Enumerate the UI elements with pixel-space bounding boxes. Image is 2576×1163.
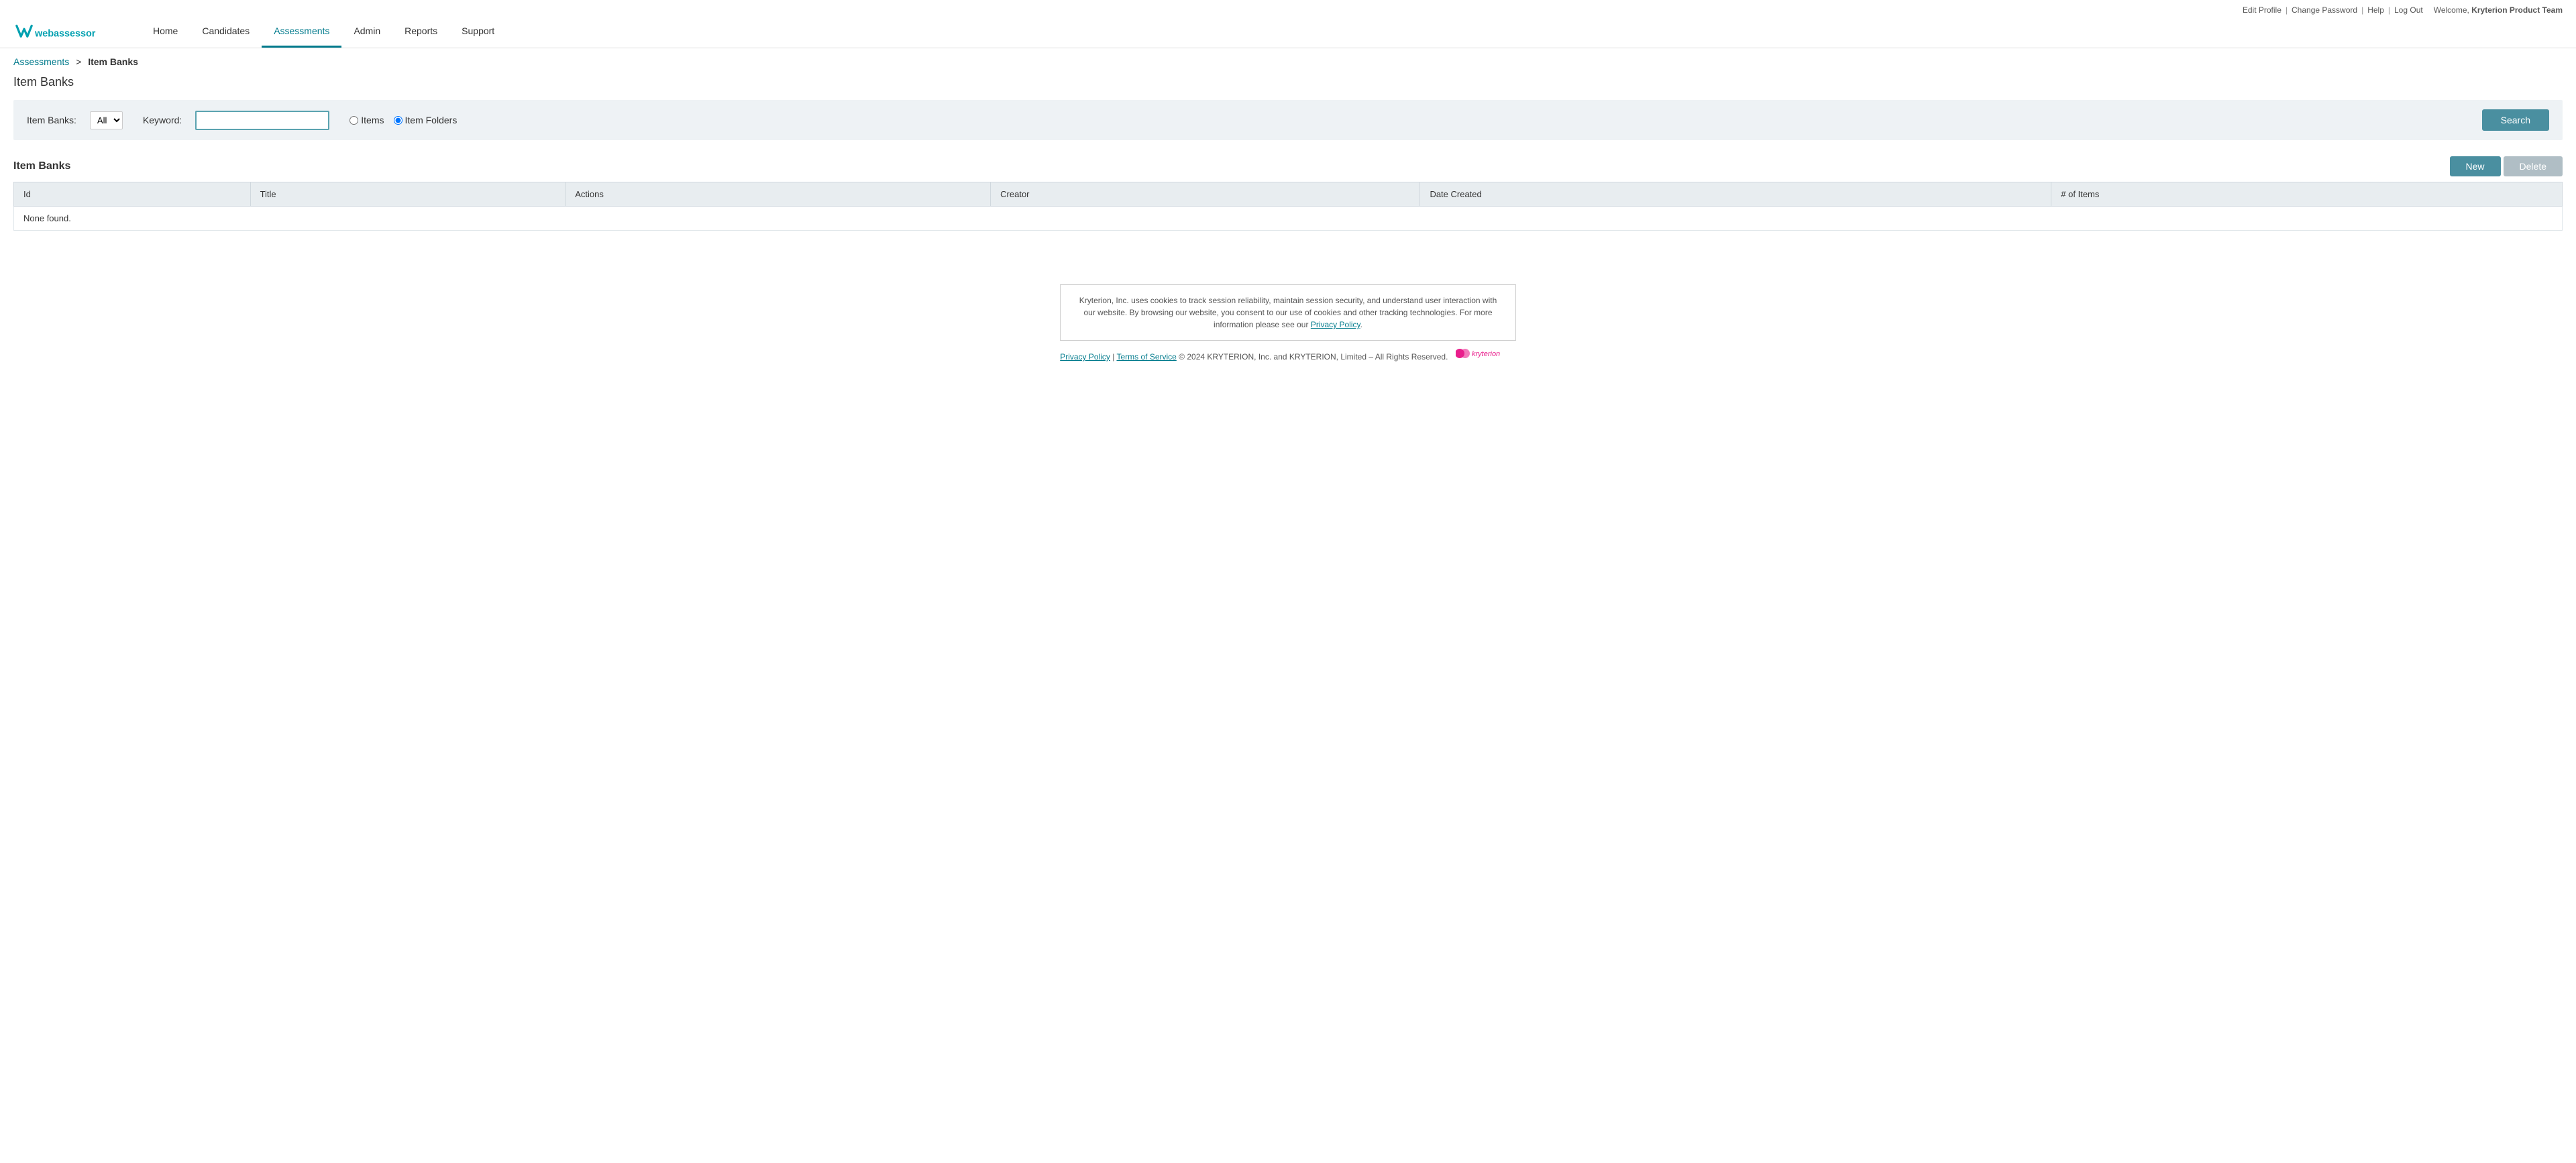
table-section: Item Banks New Delete Id Title Actions C… — [13, 156, 2563, 231]
breadcrumb-separator: > — [76, 56, 81, 67]
sep2: | — [2361, 5, 2363, 15]
page-title: Item Banks — [0, 70, 2576, 100]
footer-links: Privacy Policy | Terms of Service © 2024… — [13, 347, 2563, 362]
breadcrumb-parent-link[interactable]: Assessments — [13, 56, 69, 67]
col-title: Title — [250, 182, 566, 207]
main-nav: Home Candidates Assessments Admin Report… — [141, 16, 506, 48]
footer-kryterion-logo: kryterion — [1456, 347, 1516, 359]
breadcrumb: Assessments > Item Banks — [0, 48, 2576, 70]
none-found: None found. — [14, 207, 2563, 231]
search-btn-wrap: Search — [2482, 109, 2549, 131]
edit-profile-link[interactable]: Edit Profile — [2243, 5, 2282, 15]
search-button[interactable]: Search — [2482, 109, 2549, 131]
top-bar: Edit Profile | Change Password | Help | … — [0, 0, 2576, 16]
nav-reports[interactable]: Reports — [392, 16, 449, 48]
keyword-input[interactable] — [195, 111, 329, 130]
sep1: | — [2286, 5, 2288, 15]
change-password-link[interactable]: Change Password — [2292, 5, 2357, 15]
footer-copyright: © 2024 KRYTERION, Inc. and KRYTERION, Li… — [1179, 352, 1448, 362]
table-header-row: Id Title Actions Creator Date Created # … — [14, 182, 2563, 207]
log-out-link[interactable]: Log Out — [2394, 5, 2423, 15]
nav-assessments[interactable]: Assessments — [262, 16, 341, 48]
table-body: None found. — [14, 207, 2563, 231]
header-nav: webassessor Home Candidates Assessments … — [0, 16, 2576, 48]
welcome-text: Welcome, Kryterion Product Team — [2434, 5, 2563, 15]
filter-bar: Item Banks: All Keyword: Items Item Fold… — [13, 100, 2563, 140]
table-head: Id Title Actions Creator Date Created # … — [14, 182, 2563, 207]
nav-admin[interactable]: Admin — [341, 16, 392, 48]
table-header: Item Banks New Delete — [13, 156, 2563, 176]
new-button[interactable]: New — [2450, 156, 2501, 176]
nav-candidates[interactable]: Candidates — [190, 16, 262, 48]
nav-home[interactable]: Home — [141, 16, 190, 48]
table-actions: New Delete — [2450, 156, 2563, 176]
breadcrumb-current: Item Banks — [88, 56, 138, 67]
cookie-text: Kryterion, Inc. uses cookies to track se… — [1079, 296, 1497, 329]
item-banks-select[interactable]: All — [90, 111, 123, 129]
radio-folders-label[interactable]: Item Folders — [394, 115, 458, 125]
delete-button[interactable]: Delete — [2504, 156, 2563, 176]
nav-support[interactable]: Support — [449, 16, 506, 48]
radio-items[interactable] — [350, 116, 358, 125]
privacy-policy-link[interactable]: Privacy Policy — [1060, 352, 1110, 362]
table-section-title: Item Banks — [13, 160, 70, 172]
empty-row: None found. — [14, 207, 2563, 231]
radio-group: Items Item Folders — [350, 115, 457, 125]
item-banks-filter-label: Item Banks: — [27, 115, 76, 125]
help-link[interactable]: Help — [2367, 5, 2384, 15]
radio-folders[interactable] — [394, 116, 402, 125]
svg-text:webassessor: webassessor — [34, 28, 96, 39]
keyword-label: Keyword: — [143, 115, 182, 125]
col-id: Id — [14, 182, 251, 207]
privacy-policy-cookie-link[interactable]: Privacy Policy — [1311, 320, 1360, 329]
terms-link[interactable]: Terms of Service — [1116, 352, 1176, 362]
col-actions: Actions — [566, 182, 991, 207]
item-banks-table: Id Title Actions Creator Date Created # … — [13, 182, 2563, 231]
col-date-created: Date Created — [1420, 182, 2051, 207]
col-creator: Creator — [991, 182, 1420, 207]
logo[interactable]: webassessor — [13, 20, 121, 44]
sep3: | — [2388, 5, 2390, 15]
radio-items-label[interactable]: Items — [350, 115, 384, 125]
svg-text:kryterion: kryterion — [1472, 350, 1500, 358]
cookie-notice: Kryterion, Inc. uses cookies to track se… — [1060, 284, 1516, 341]
col-num-items: # of Items — [2051, 182, 2563, 207]
footer: Kryterion, Inc. uses cookies to track se… — [0, 271, 2576, 375]
